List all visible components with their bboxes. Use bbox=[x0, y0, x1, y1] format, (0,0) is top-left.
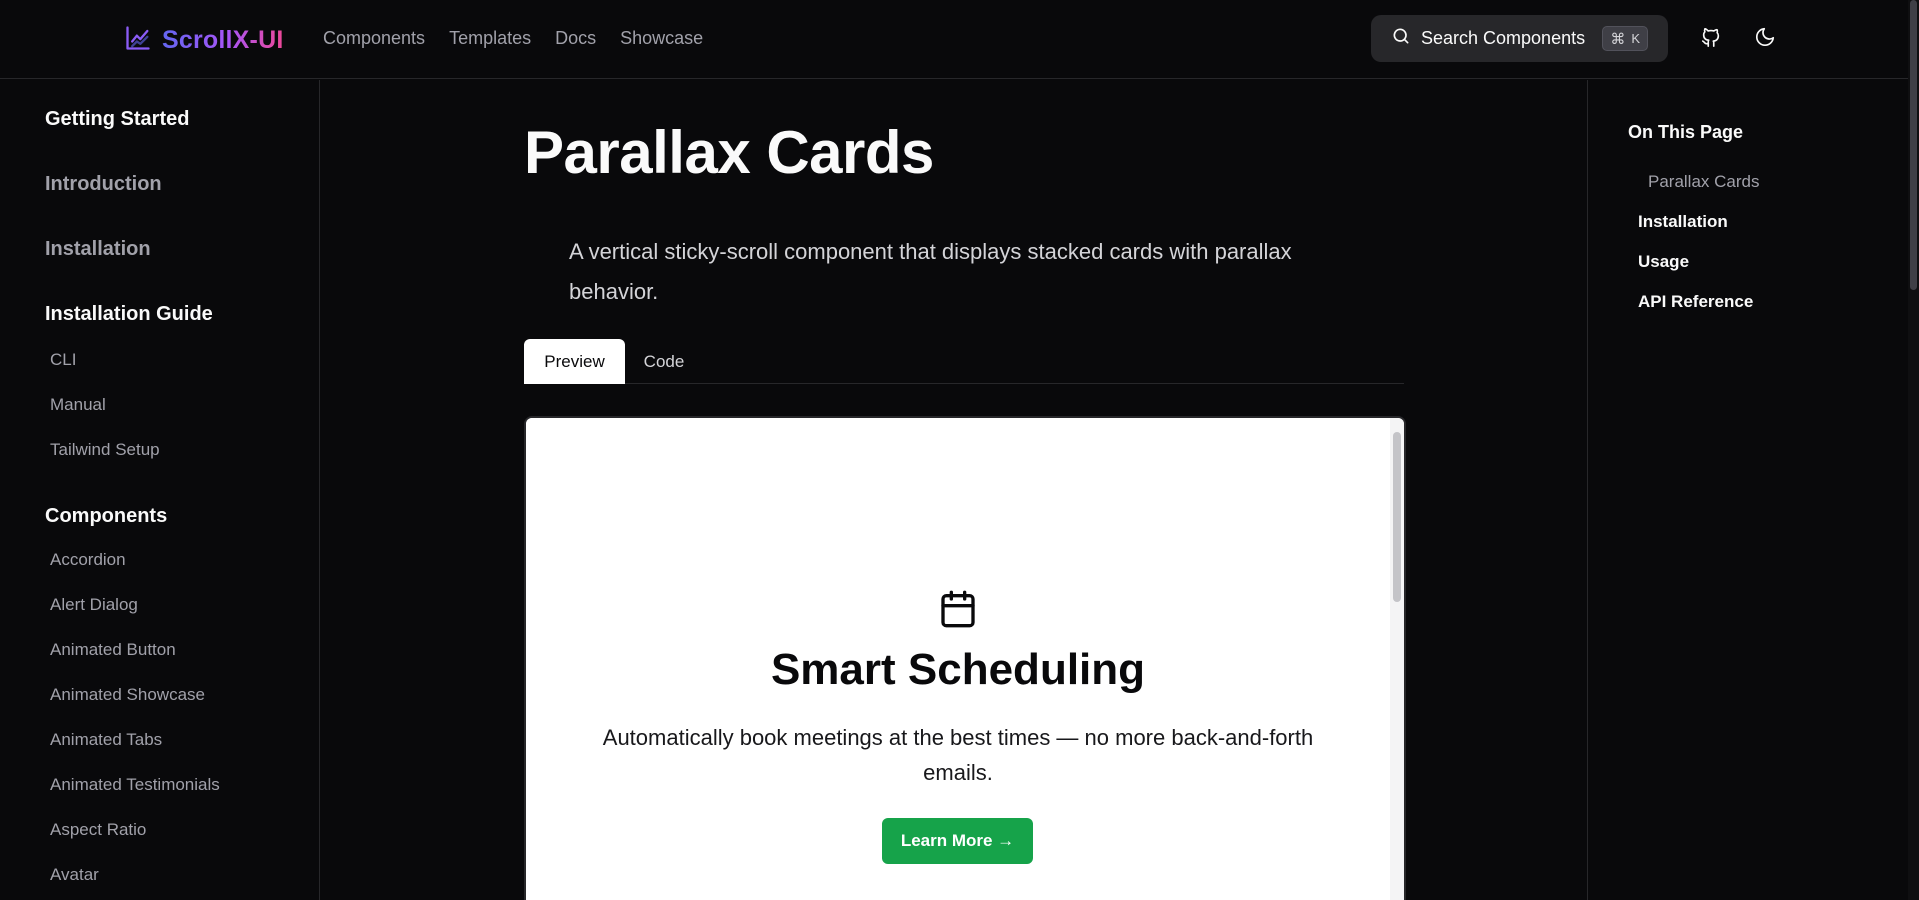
nav-docs[interactable]: Docs bbox=[555, 28, 596, 49]
sidebar-item-animated-testimonials[interactable]: Animated Testimonials bbox=[50, 775, 220, 795]
sidebar-item-animated-tabs[interactable]: Animated Tabs bbox=[50, 730, 162, 750]
parallax-card: Smart Scheduling Automatically book meet… bbox=[526, 418, 1390, 900]
search-label: Search Components bbox=[1421, 28, 1586, 48]
sidebar-heading-getting-started: Getting Started bbox=[45, 108, 190, 130]
logo[interactable]: ScrollX-UI bbox=[124, 24, 283, 57]
card-description: Automatically book meetings at the best … bbox=[602, 725, 1314, 785]
sidebar-item-accordion[interactable]: Accordion bbox=[50, 550, 126, 570]
sidebar-item-tailwind-setup[interactable]: Tailwind Setup bbox=[50, 440, 160, 460]
card-title: Smart Scheduling bbox=[770, 645, 1146, 694]
logo-text: ScrollX-UI bbox=[162, 26, 284, 54]
learn-more-button[interactable]: Learn More → bbox=[882, 818, 1033, 864]
on-this-page: On This Page Parallax Cards Installation… bbox=[1587, 80, 1908, 900]
github-icon[interactable] bbox=[1700, 26, 1722, 48]
toc-item-parallax-cards[interactable]: Parallax Cards bbox=[1648, 172, 1760, 192]
preview-scrollbar-thumb[interactable] bbox=[1393, 432, 1401, 602]
toc-item-usage[interactable]: Usage bbox=[1638, 252, 1689, 272]
theme-toggle-icon[interactable] bbox=[1754, 26, 1776, 48]
search-shortcut: ⌘ K bbox=[1602, 26, 1648, 51]
sidebar-item-cli[interactable]: CLI bbox=[50, 350, 76, 370]
k-key: K bbox=[1631, 31, 1640, 46]
toc-item-installation[interactable]: Installation bbox=[1638, 212, 1728, 232]
nav-showcase[interactable]: Showcase bbox=[620, 28, 703, 49]
nav-components[interactable]: Components bbox=[323, 28, 425, 49]
preview-scrollbar[interactable] bbox=[1390, 418, 1404, 900]
tab-code[interactable]: Code bbox=[636, 339, 692, 384]
sidebar-item-manual[interactable]: Manual bbox=[50, 395, 106, 415]
command-key: ⌘ bbox=[1610, 30, 1626, 48]
toc-heading: On This Page bbox=[1628, 122, 1744, 142]
page-description: A vertical sticky-scroll component that … bbox=[569, 239, 1292, 304]
search-button[interactable]: Search Components ⌘ K bbox=[1371, 15, 1668, 62]
tab-preview[interactable]: Preview bbox=[524, 339, 625, 384]
preview-code-tabs: Preview Code bbox=[524, 339, 1404, 384]
preview-frame: Smart Scheduling Automatically book meet… bbox=[524, 416, 1406, 900]
page-title: Parallax Cards bbox=[524, 119, 934, 186]
sidebar-heading-components: Components bbox=[45, 505, 168, 527]
sidebar-item-alert-dialog[interactable]: Alert Dialog bbox=[50, 595, 138, 615]
calendar-icon bbox=[938, 589, 978, 629]
sidebar-item-installation[interactable]: Installation bbox=[45, 238, 151, 261]
search-icon bbox=[1391, 26, 1421, 51]
toc-item-api-reference[interactable]: API Reference bbox=[1638, 292, 1753, 312]
nav-templates[interactable]: Templates bbox=[449, 28, 531, 49]
main-nav: Components Templates Docs Showcase bbox=[323, 28, 727, 49]
trending-chart-icon bbox=[124, 24, 152, 57]
page-scrollbar[interactable] bbox=[1908, 0, 1919, 900]
docs-sidebar: Getting Started Introduction Installatio… bbox=[0, 80, 320, 900]
main-content: Parallax Cards A vertical sticky-scroll … bbox=[321, 80, 1587, 900]
sidebar-item-avatar[interactable]: Avatar bbox=[50, 865, 99, 885]
sidebar-item-introduction[interactable]: Introduction bbox=[45, 173, 162, 196]
sidebar-item-aspect-ratio[interactable]: Aspect Ratio bbox=[50, 820, 146, 840]
sidebar-heading-installation-guide: Installation Guide bbox=[45, 303, 213, 325]
page-scrollbar-thumb[interactable] bbox=[1910, 0, 1917, 290]
sidebar-item-animated-showcase[interactable]: Animated Showcase bbox=[50, 685, 205, 705]
top-header: ScrollX-UI Components Templates Docs Sho… bbox=[0, 0, 1908, 79]
sidebar-item-animated-button[interactable]: Animated Button bbox=[50, 640, 176, 660]
